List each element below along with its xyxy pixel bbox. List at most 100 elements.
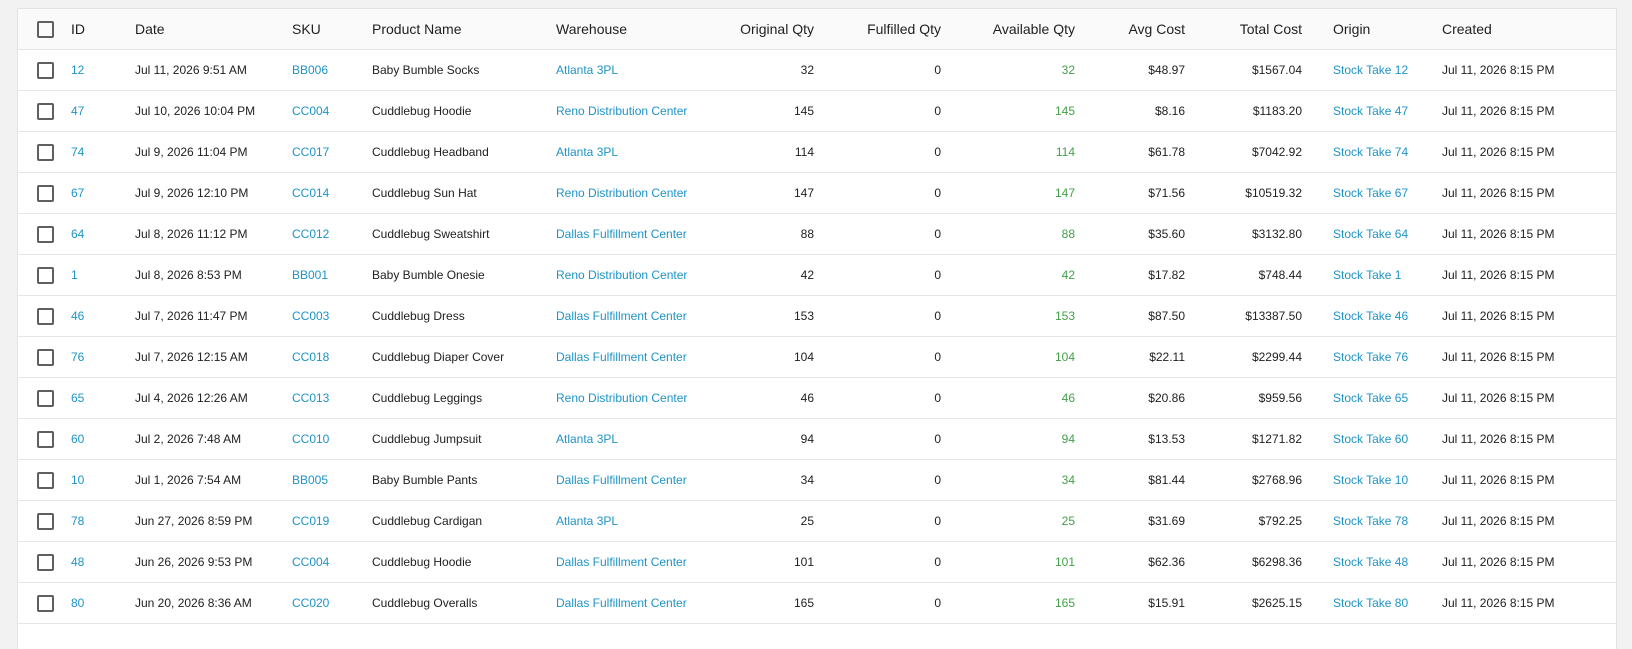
row-warehouse-link[interactable]: Dallas Fulfillment Center (556, 596, 687, 610)
row-sku-link[interactable]: CC003 (292, 309, 329, 323)
row-warehouse-link[interactable]: Dallas Fulfillment Center (556, 309, 687, 323)
row-origin-link[interactable]: Stock Take 12 (1333, 63, 1408, 77)
row-select-checkbox[interactable] (37, 184, 54, 202)
row-id-link[interactable]: 65 (71, 391, 84, 405)
row-select-checkbox[interactable] (37, 430, 54, 448)
row-product-name-cell: Baby Bumble Onesie (372, 254, 556, 296)
row-sku-link[interactable]: CC017 (292, 145, 329, 159)
row-select-checkbox[interactable] (37, 553, 54, 571)
row-warehouse-link[interactable]: Reno Distribution Center (556, 104, 687, 118)
table-row[interactable]: 67 Jul 9, 2026 12:10 PM CC014 Cuddlebug Sun… (18, 172, 1616, 214)
row-warehouse-link[interactable]: Reno Distribution Center (556, 268, 687, 282)
row-origin-link[interactable]: Stock Take 10 (1333, 473, 1408, 487)
row-select-checkbox[interactable] (37, 102, 54, 120)
row-select-checkbox[interactable] (37, 61, 54, 79)
row-id-link[interactable]: 48 (71, 555, 84, 569)
row-sku-link[interactable]: CC012 (292, 227, 329, 241)
row-sku-link[interactable]: BB006 (292, 63, 328, 77)
row-select-checkbox[interactable] (37, 348, 54, 366)
row-select-checkbox[interactable] (37, 471, 54, 489)
row-origin-link[interactable]: Stock Take 1 (1333, 268, 1401, 282)
column-header-origin[interactable]: Origin (1302, 9, 1442, 50)
table-row[interactable]: 47 Jul 10, 2026 10:04 PM CC004 Cuddlebug Ho… (18, 90, 1616, 132)
row-id-link[interactable]: 80 (71, 596, 84, 610)
row-warehouse-cell: Reno Distribution Center (556, 377, 689, 419)
row-select-checkbox[interactable] (37, 225, 54, 243)
row-id-link[interactable]: 67 (71, 186, 84, 200)
row-warehouse-link[interactable]: Atlanta 3PL (556, 63, 618, 77)
row-select-checkbox[interactable] (37, 143, 54, 161)
table-row[interactable]: 64 Jul 8, 2026 11:12 PM CC012 Cuddlebug Swe… (18, 213, 1616, 255)
column-header-sku[interactable]: SKU (292, 9, 372, 50)
row-sku-link[interactable]: BB005 (292, 473, 328, 487)
row-warehouse-link[interactable]: Dallas Fulfillment Center (556, 350, 687, 364)
row-sku-link[interactable]: CC020 (292, 596, 329, 610)
row-origin-link[interactable]: Stock Take 74 (1333, 145, 1408, 159)
row-warehouse-link[interactable]: Atlanta 3PL (556, 432, 618, 446)
row-sku-link[interactable]: BB001 (292, 268, 328, 282)
row-sku-link[interactable]: CC014 (292, 186, 329, 200)
table-row[interactable]: 65 Jul 4, 2026 12:26 AM CC013 Cuddlebug Leg… (18, 377, 1616, 419)
column-header-product-name[interactable]: Product Name (372, 9, 556, 50)
table-row[interactable]: 46 Jul 7, 2026 11:47 PM CC003 Cuddlebug Dre… (18, 295, 1616, 337)
row-id-link[interactable]: 12 (71, 63, 84, 77)
table-row[interactable]: 1 Jul 8, 2026 8:53 PM BB001 Baby Bumble One… (18, 254, 1616, 296)
column-header-original-qty[interactable]: Original Qty (689, 9, 814, 50)
row-sku-link[interactable]: CC004 (292, 104, 329, 118)
row-origin-link[interactable]: Stock Take 78 (1333, 514, 1408, 528)
column-header-warehouse[interactable]: Warehouse (556, 9, 689, 50)
column-header-total-cost[interactable]: Total Cost (1185, 9, 1302, 50)
row-origin-link[interactable]: Stock Take 60 (1333, 432, 1408, 446)
row-select-checkbox[interactable] (37, 266, 54, 284)
select-all-checkbox[interactable] (37, 20, 54, 38)
row-origin-link[interactable]: Stock Take 46 (1333, 309, 1408, 323)
row-warehouse-link[interactable]: Dallas Fulfillment Center (556, 473, 687, 487)
column-header-available-qty[interactable]: Available Qty (941, 9, 1075, 50)
row-sku-link[interactable]: CC013 (292, 391, 329, 405)
column-header-date[interactable]: Date (135, 9, 292, 50)
column-header-fulfilled-qty[interactable]: Fulfilled Qty (814, 9, 941, 50)
row-warehouse-link[interactable]: Reno Distribution Center (556, 391, 687, 405)
column-header-avg-cost[interactable]: Avg Cost (1075, 9, 1185, 50)
table-row[interactable]: 60 Jul 2, 2026 7:48 AM CC010 Cuddlebug Jump… (18, 418, 1616, 460)
table-row[interactable]: 74 Jul 9, 2026 11:04 PM CC017 Cuddlebug Hea… (18, 131, 1616, 173)
row-warehouse-link[interactable]: Atlanta 3PL (556, 145, 618, 159)
row-id-link[interactable]: 64 (71, 227, 84, 241)
row-id-link[interactable]: 1 (71, 268, 78, 282)
row-warehouse-link[interactable]: Atlanta 3PL (556, 514, 618, 528)
row-origin-link[interactable]: Stock Take 80 (1333, 596, 1408, 610)
table-row[interactable]: 10 Jul 1, 2026 7:54 AM BB005 Baby Bumble Pa… (18, 459, 1616, 501)
row-id-link[interactable]: 78 (71, 514, 84, 528)
row-created: Jul 11, 2026 8:15 PM (1442, 63, 1555, 77)
row-id-link[interactable]: 10 (71, 473, 84, 487)
row-warehouse-link[interactable]: Dallas Fulfillment Center (556, 555, 687, 569)
row-sku-link[interactable]: CC018 (292, 350, 329, 364)
row-sku-link[interactable]: CC019 (292, 514, 329, 528)
row-origin-link[interactable]: Stock Take 65 (1333, 391, 1408, 405)
column-header-id[interactable]: ID (71, 9, 135, 50)
row-origin-link[interactable]: Stock Take 48 (1333, 555, 1408, 569)
row-origin-link[interactable]: Stock Take 76 (1333, 350, 1408, 364)
row-id-link[interactable]: 47 (71, 104, 84, 118)
row-select-checkbox[interactable] (37, 512, 54, 530)
row-warehouse-link[interactable]: Dallas Fulfillment Center (556, 227, 687, 241)
row-sku-link[interactable]: CC010 (292, 432, 329, 446)
row-origin-link[interactable]: Stock Take 64 (1333, 227, 1408, 241)
row-id-link[interactable]: 76 (71, 350, 84, 364)
row-sku-link[interactable]: CC004 (292, 555, 329, 569)
row-id-link[interactable]: 60 (71, 432, 84, 446)
table-row[interactable]: 78 Jun 27, 2026 8:59 PM CC019 Cuddlebug Car… (18, 500, 1616, 542)
table-row[interactable]: 48 Jun 26, 2026 9:53 PM CC004 Cuddlebug Hoo… (18, 541, 1616, 583)
table-row[interactable]: 12 Jul 11, 2026 9:51 AM BB006 Baby Bumble S… (18, 49, 1616, 91)
column-header-created[interactable]: Created (1442, 9, 1616, 50)
row-select-checkbox[interactable] (37, 594, 54, 612)
row-id-link[interactable]: 74 (71, 145, 84, 159)
row-select-checkbox[interactable] (37, 389, 54, 407)
table-row[interactable]: 76 Jul 7, 2026 12:15 AM CC018 Cuddlebug Dia… (18, 336, 1616, 378)
row-origin-link[interactable]: Stock Take 47 (1333, 104, 1408, 118)
row-origin-link[interactable]: Stock Take 67 (1333, 186, 1408, 200)
row-id-link[interactable]: 46 (71, 309, 84, 323)
table-row[interactable]: 80 Jun 20, 2026 8:36 AM CC020 Cuddlebug Ove… (18, 582, 1616, 624)
row-select-checkbox[interactable] (37, 307, 54, 325)
row-warehouse-link[interactable]: Reno Distribution Center (556, 186, 687, 200)
